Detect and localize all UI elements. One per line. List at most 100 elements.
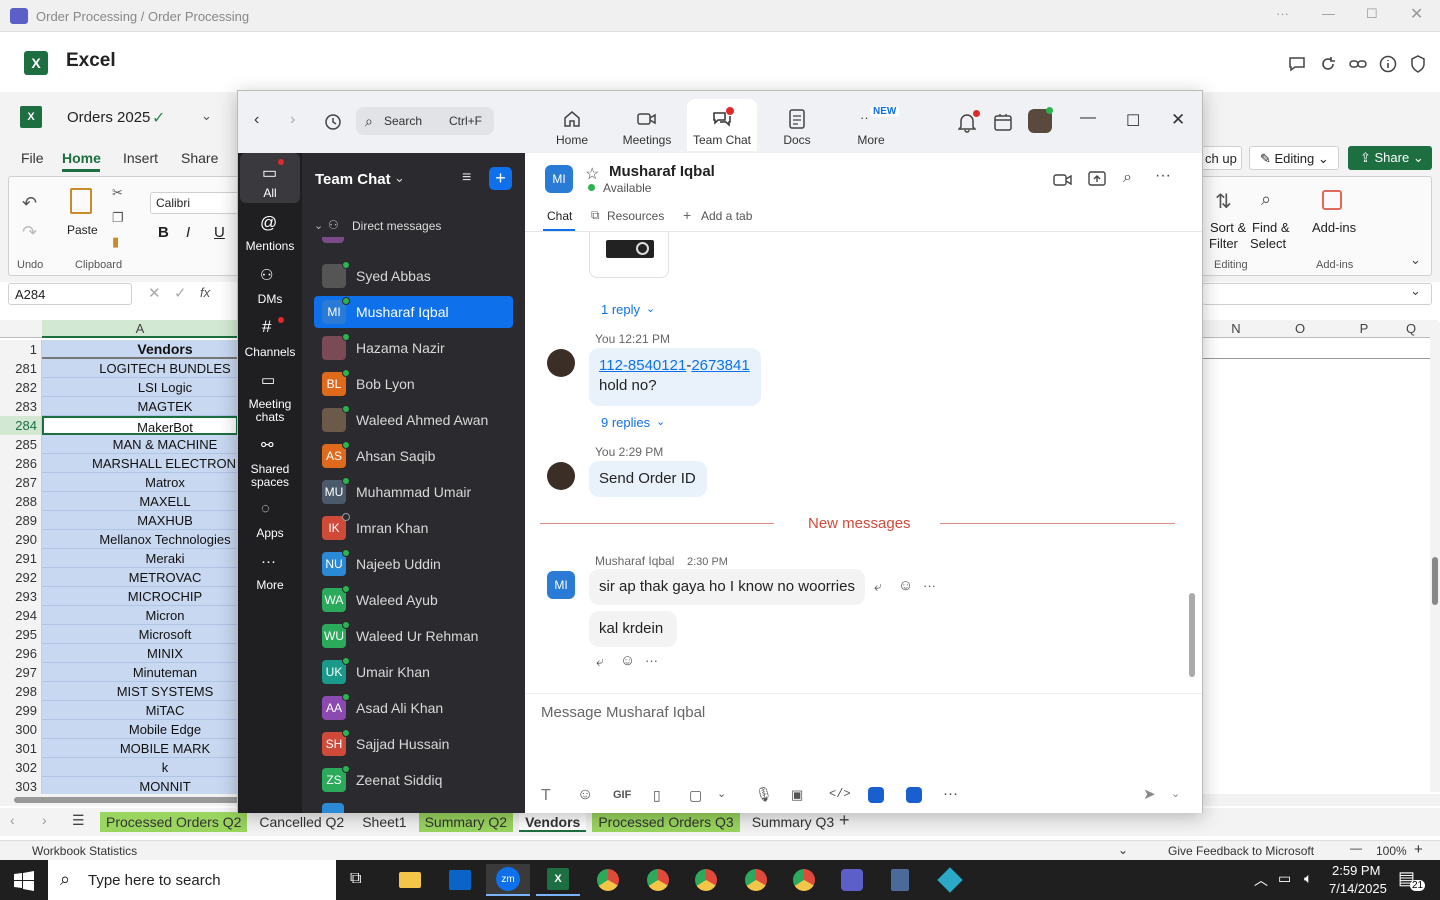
paste-label[interactable]: Paste [67, 223, 98, 237]
row-number[interactable]: 300 [0, 720, 42, 739]
vendor-cell[interactable]: Micron [42, 606, 238, 625]
filter-label[interactable]: Filter [1209, 236, 1238, 251]
workbook-statistics[interactable]: Workbook Statistics [32, 844, 137, 858]
phone-link-1[interactable]: 112-8540121 [599, 357, 686, 374]
find-label[interactable]: Find & [1252, 220, 1290, 235]
row-number[interactable]: 297 [0, 663, 42, 682]
chat-icon[interactable] [1287, 54, 1307, 74]
message-bubble-send[interactable]: Send Order ID [589, 461, 707, 497]
vendor-cell[interactable]: MakerBot [42, 416, 238, 435]
section-label[interactable]: Direct messages [352, 219, 441, 233]
zoom-taskbar-icon[interactable]: zm [486, 864, 530, 896]
vendor-cell[interactable]: Matrox [42, 473, 238, 492]
contact-item[interactable]: NU Najeeb Uddin [314, 548, 513, 580]
rail-more[interactable]: ··· More [240, 553, 300, 595]
nav-more[interactable]: ·· NEW More [836, 99, 906, 151]
calendar-icon[interactable] [994, 113, 1012, 131]
contact-item[interactable]: AS Ahsan Saqib [314, 440, 513, 472]
rail-shared-spaces[interactable]: ⚯ Shared spaces [240, 436, 300, 489]
chat-scrollbar-thumb[interactable] [1189, 593, 1195, 677]
chat-tab-resources[interactable]: Resources [607, 209, 664, 223]
zoom-level[interactable]: 100% [1376, 844, 1407, 858]
vendor-cell[interactable]: LOGITECH BUNDLES [42, 359, 238, 378]
share-button[interactable]: ⇪ Share ⌄ [1348, 146, 1432, 170]
row-number[interactable]: 302 [0, 758, 42, 777]
teams-taskbar-icon[interactable] [830, 864, 874, 896]
vendor-cell[interactable]: METROVAC [42, 568, 238, 587]
vendor-cell[interactable]: MOBILE MARK [42, 739, 238, 758]
status-chevron-icon[interactable]: ⌄ [1118, 843, 1128, 857]
zoom-search-box[interactable]: ⌕ Search Ctrl+F [356, 107, 494, 135]
row-number[interactable]: 284 [0, 416, 42, 435]
rail-mentions[interactable]: @ Mentions [240, 213, 300, 255]
vendor-cell[interactable]: MAN & MACHINE [42, 435, 238, 454]
close-icon[interactable]: ✕ [1410, 4, 1423, 24]
message-more-icon[interactable]: ··· [923, 578, 936, 593]
zoom-maximize-icon[interactable]: ☐ [1126, 111, 1140, 131]
windows-start-icon[interactable] [14, 871, 34, 891]
add-ins-icon[interactable] [1322, 190, 1342, 210]
replies-count-link[interactable]: 9 replies [601, 415, 650, 430]
replies-chevron-icon[interactable]: ⌄ [656, 415, 665, 428]
tray-chevron-icon[interactable]: ︿ [1254, 870, 1268, 890]
chat-tab-chat[interactable]: Chat [547, 209, 572, 223]
send-options-icon[interactable]: ⌄ [1171, 787, 1180, 800]
vendor-cell[interactable]: MINIX [42, 644, 238, 663]
emoji-icon[interactable]: ☺ [577, 786, 593, 804]
contact-item[interactable]: Hazama Nazir [314, 332, 513, 364]
send-icon[interactable]: ➤ [1143, 785, 1156, 803]
taskbar-date[interactable]: 7/14/2025 [1329, 881, 1387, 896]
row-number[interactable]: 287 [0, 473, 42, 492]
zoom-close-icon[interactable]: ✕ [1171, 110, 1185, 130]
formula-bar[interactable] [1202, 283, 1432, 305]
chrome-icon-2[interactable] [636, 864, 680, 896]
message-bubble-phone[interactable]: 112-8540121-2673841 hold no? [589, 348, 761, 406]
sheet-tab[interactable]: Summary Q2 [418, 812, 514, 832]
vendor-cell[interactable]: MICROCHIP [42, 587, 238, 606]
rail-apps[interactable]: ◌ Apps [240, 500, 300, 542]
chat-tab-add[interactable]: Add a tab [701, 209, 752, 223]
video-call-icon[interactable] [1053, 173, 1073, 187]
bold-icon[interactable]: B [158, 224, 169, 241]
composer-more-icon[interactable]: ··· [943, 785, 958, 802]
row-number[interactable]: 281 [0, 359, 42, 378]
tab-home[interactable]: Home [62, 150, 101, 166]
catch-up-button[interactable]: ch up [1200, 146, 1242, 170]
tab-file[interactable]: File [21, 150, 44, 166]
sheet-tab[interactable]: Sheet1 [356, 812, 412, 832]
formula-bar-expand-icon[interactable]: ⌄ [1410, 283, 1421, 299]
underline-icon[interactable]: U [214, 224, 225, 241]
rail-dms[interactable]: ⚇ DMs [240, 266, 300, 308]
sheet-tab[interactable]: Processed Orders Q2 [100, 812, 248, 832]
italic-icon[interactable]: I [186, 224, 190, 241]
row-number[interactable]: 291 [0, 549, 42, 568]
star-icon[interactable]: ☆ [585, 164, 599, 184]
format-painter-icon[interactable]: ▮ [112, 234, 119, 250]
calculator-icon[interactable] [878, 864, 922, 896]
contact-item[interactable]: WU Waleed Ur Rehman [314, 620, 513, 652]
contact-item[interactable]: MU Muhammad Umair [314, 476, 513, 508]
chat-list-title[interactable]: Team Chat [315, 171, 391, 188]
row-number[interactable]: 298 [0, 682, 42, 701]
vendor-cell[interactable]: Minuteman [42, 663, 238, 682]
copy-icon[interactable]: ❐ [112, 210, 124, 226]
shield-icon[interactable] [1408, 54, 1428, 74]
function-icon[interactable]: fx [200, 285, 210, 300]
vendor-cell[interactable]: Mellanox Technologies [42, 530, 238, 549]
emoji-react-icon[interactable]: ☺ [898, 577, 913, 594]
reply-chevron-icon[interactable]: ⌄ [646, 302, 655, 315]
phone-link-2[interactable]: 2673841 [691, 357, 749, 374]
volume-icon[interactable]: 🔈︎ [1304, 870, 1312, 887]
screen-share-icon[interactable] [1088, 171, 1106, 187]
row-number[interactable]: 286 [0, 454, 42, 473]
back-arrow-icon[interactable]: ‹ [254, 111, 259, 129]
row-number[interactable]: 294 [0, 606, 42, 625]
mic-icon[interactable]: 🎙︎ [755, 786, 773, 803]
taskbar-time[interactable]: 2:59 PM [1332, 863, 1380, 878]
message-bubble-sir[interactable]: sir ap thak gaya ho I know no woorries [589, 569, 865, 605]
row-number[interactable]: 285 [0, 435, 42, 454]
tab-share[interactable]: Share [181, 150, 218, 166]
chat-header-avatar[interactable]: MI [545, 165, 573, 193]
chrome-icon-5[interactable] [782, 864, 826, 896]
confirm-formula-icon[interactable]: ✓ [174, 284, 187, 302]
